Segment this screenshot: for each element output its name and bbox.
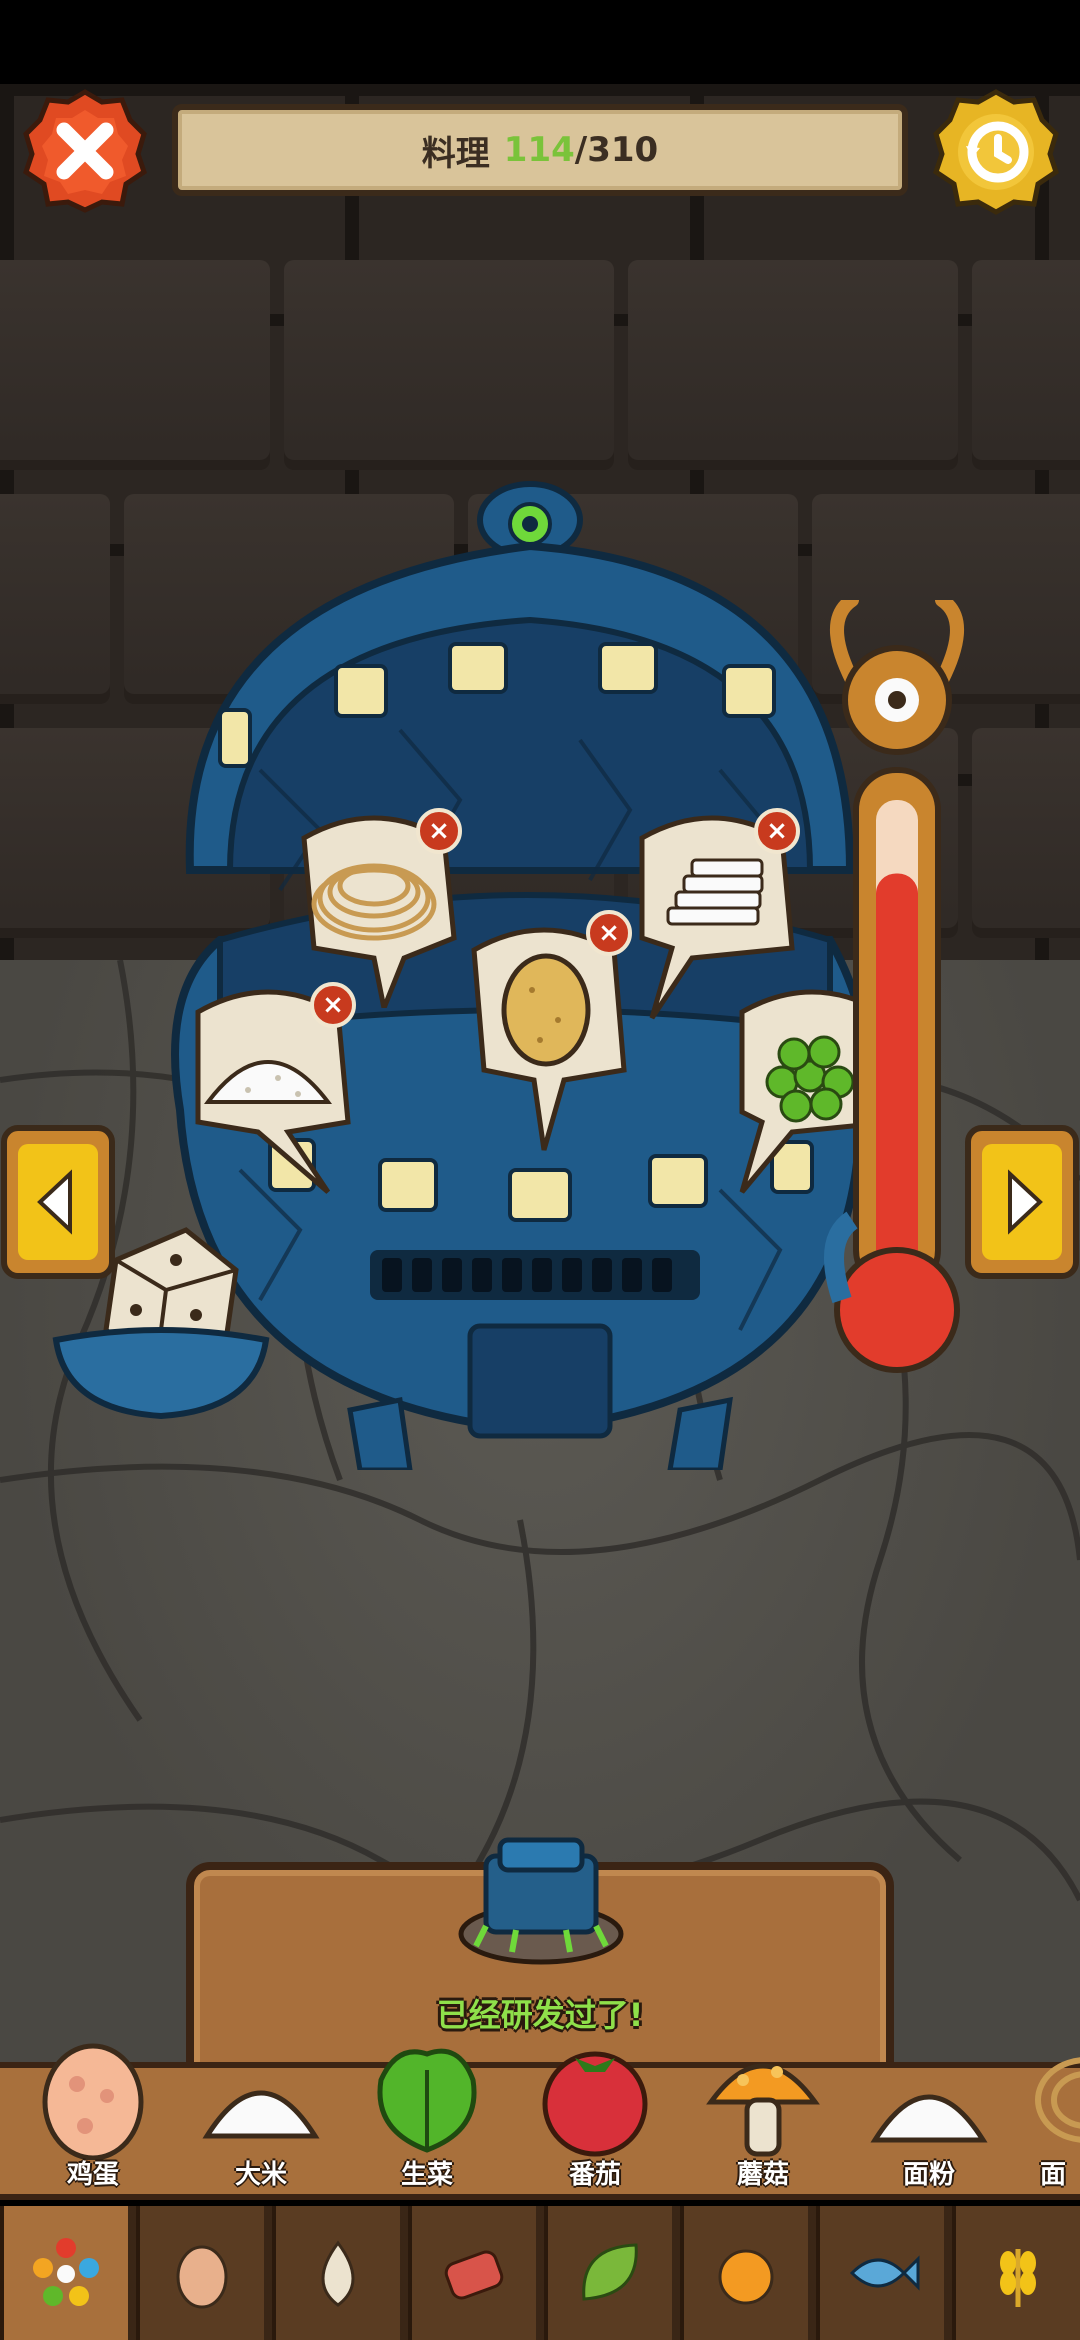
- ingredient-item[interactable]: 面: [1020, 2040, 1080, 2200]
- selected-ingredient-slot[interactable]: ×: [454, 910, 634, 1151]
- all-ingredients-icon: [33, 2238, 99, 2306]
- selected-ingredient-slot[interactable]: ×: [622, 808, 802, 1020]
- rice-icon: [202, 2090, 320, 2139]
- close-icon: [23, 89, 147, 213]
- ingredient-label: 大米: [234, 2160, 287, 2190]
- tab-grain[interactable]: [952, 2206, 1080, 2340]
- status-bar: [0, 0, 1080, 84]
- result-dish-icon: [458, 1837, 624, 1965]
- ingredient-item[interactable]: 番茄: [520, 2040, 670, 2200]
- fish-category-icon: [849, 2255, 920, 2291]
- progress-current: 114: [503, 130, 575, 170]
- fruit-category-icon: [718, 2249, 774, 2305]
- remove-ingredient-button[interactable]: ×: [310, 982, 356, 1028]
- ingredient-label: 番茄: [568, 2160, 621, 2190]
- selected-ingredient-slot[interactable]: ×: [284, 808, 464, 1017]
- progress-total: 310: [587, 130, 659, 170]
- recipe-progress-banner: 料理 114 / 310: [172, 104, 908, 196]
- tab-fish[interactable]: [816, 2206, 944, 2340]
- tab-vegetable[interactable]: [544, 2206, 672, 2340]
- grain-category-icon: [1000, 2249, 1036, 2307]
- title-label: 料理: [421, 133, 490, 174]
- ingredient-label: 面粉: [902, 2160, 955, 2190]
- prev-page-button[interactable]: [0, 1124, 116, 1280]
- ingredient-label: 面: [1040, 2160, 1067, 2190]
- ingredient-item[interactable]: 鸡蛋: [18, 2040, 168, 2200]
- ingredient-item[interactable]: 面粉: [854, 2040, 1004, 2200]
- heat-thermometer: [824, 600, 964, 1373]
- tab-fruit[interactable]: [680, 2206, 808, 2340]
- history-clock-icon: [933, 89, 1059, 215]
- progress-separator: /: [574, 130, 588, 170]
- noodles-icon: [1035, 2057, 1080, 2143]
- next-page-button[interactable]: [964, 1124, 1080, 1280]
- leaf-category-icon: [582, 2243, 638, 2301]
- remove-ingredient-button[interactable]: ×: [416, 808, 462, 854]
- remove-ingredient-button[interactable]: ×: [754, 808, 800, 854]
- ingredient-label: 蘑菇: [736, 2160, 789, 2190]
- lettuce-icon: [377, 2048, 477, 2153]
- ingredient-label: 生菜: [400, 2160, 453, 2190]
- history-button[interactable]: [932, 88, 1060, 216]
- flour-icon: [870, 2094, 988, 2143]
- egg-category-icon: [176, 2245, 228, 2309]
- ingredient-item[interactable]: 蘑菇: [688, 2040, 838, 2200]
- garlic-category-icon: [321, 2240, 355, 2307]
- ingredient-item[interactable]: 生菜: [352, 2040, 502, 2200]
- tab-egg[interactable]: [136, 2206, 264, 2340]
- egg-icon: [42, 2043, 144, 2160]
- tab-meat[interactable]: [408, 2206, 536, 2340]
- mushroom-icon: [706, 2063, 820, 2157]
- cooking-scene: 料理 114 / 310 × × × × 已经研发过了! 鸡蛋 大米 生菜 番茄…: [0, 0, 1080, 2340]
- result-status-text: 已经研发过了!: [436, 1996, 644, 2034]
- tomato-icon: [542, 2051, 648, 2157]
- selected-ingredient-slot[interactable]: ×: [178, 982, 358, 1194]
- potato-icon: [501, 953, 591, 1067]
- tab-garlic[interactable]: [272, 2206, 400, 2340]
- tab-all[interactable]: [0, 2206, 128, 2340]
- ingredient-item[interactable]: 大米: [186, 2040, 336, 2200]
- ingredient-label: 鸡蛋: [66, 2160, 119, 2190]
- brick-row: [0, 260, 1080, 470]
- close-button[interactable]: [22, 88, 148, 214]
- meat-category-icon: [444, 2250, 504, 2300]
